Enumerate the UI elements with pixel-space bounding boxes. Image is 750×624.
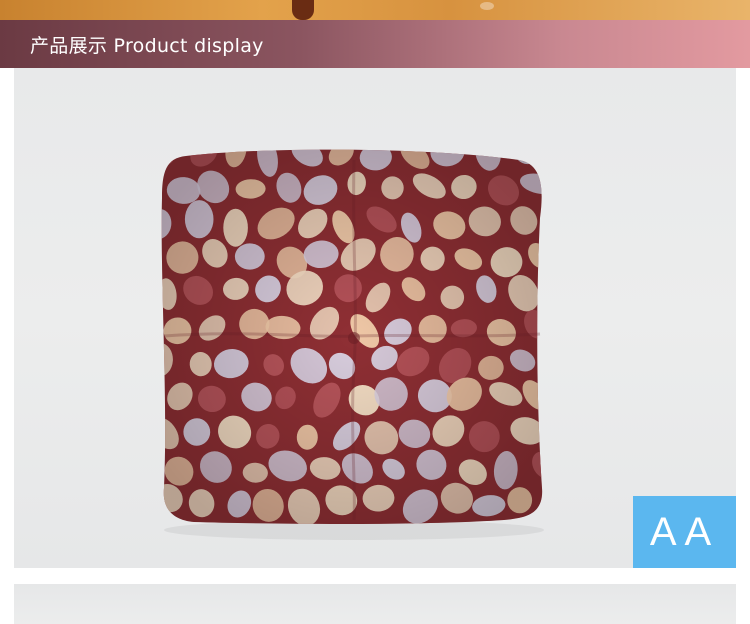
light-glint bbox=[480, 2, 494, 10]
table-leg-shadow bbox=[292, 0, 314, 20]
section-title: 产品展示 Product display bbox=[30, 34, 264, 57]
variant-label-badge: AA bbox=[633, 496, 736, 568]
variant-label: AA bbox=[649, 509, 720, 554]
cushion-center-tuft bbox=[348, 332, 360, 344]
next-product-photo bbox=[14, 584, 736, 624]
top-photo-strip bbox=[0, 0, 750, 20]
seat-cushion-image bbox=[161, 149, 544, 540]
section-title-bar: 产品展示 Product display bbox=[0, 20, 750, 68]
product-photo bbox=[14, 68, 736, 568]
